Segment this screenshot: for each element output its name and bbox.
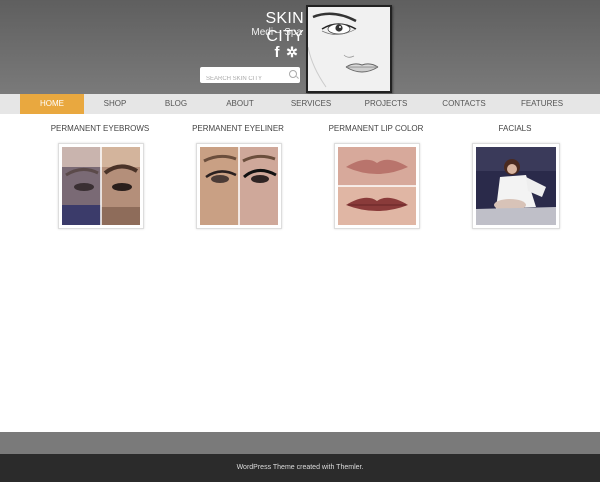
facebook-icon[interactable]: f [270,44,284,61]
site-footer: WordPress Theme created with Themler. [0,454,600,482]
service-image-eyebrows[interactable] [58,143,144,229]
search-icon[interactable] [289,70,297,78]
nav-item-shop[interactable]: SHOP [90,94,140,114]
service-image-lip-color[interactable] [334,143,420,229]
service-title-eyebrows[interactable]: PERMANENT EYEBROWS [30,124,170,133]
logo-face-illustration [306,5,392,93]
search-input[interactable] [206,71,286,87]
nav-item-contacts[interactable]: CONTACTS [432,94,496,114]
nav-item-about[interactable]: ABOUT [216,94,264,114]
nav-item-blog[interactable]: BLOG [152,94,200,114]
service-title-eyeliner[interactable]: PERMANENT EYELINER [168,124,308,133]
search-box[interactable] [200,67,300,87]
footer-band [0,432,600,454]
nav-item-services[interactable]: SERVICES [282,94,340,114]
service-title-facials[interactable]: FACIALS [445,124,585,133]
footer-credit[interactable]: WordPress Theme created with Themler. [0,464,600,471]
service-image-facials[interactable] [472,143,560,229]
service-image-eyeliner[interactable] [196,143,282,229]
nav-item-projects[interactable]: PROJECTS [356,94,416,114]
site-header: SKIN CITY Medi – Spa f ✲ [0,0,600,94]
main-nav: HOME SHOP BLOG ABOUT SERVICES PROJECTS C… [0,94,600,114]
nav-item-features[interactable]: FEATURES [512,94,572,114]
yelp-icon[interactable]: ✲ [285,44,299,60]
site-tagline: Medi – Spa [251,27,302,38]
service-title-lip-color[interactable]: PERMANENT LIP COLOR [306,124,446,133]
nav-item-home[interactable]: HOME [20,94,84,114]
